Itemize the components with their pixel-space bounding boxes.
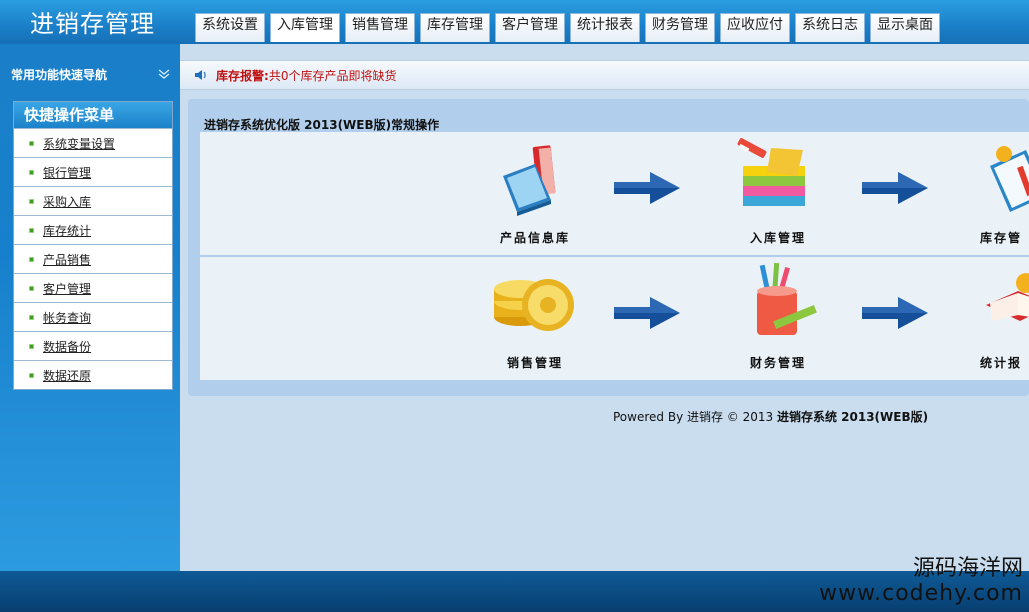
tab-show-desktop[interactable]: 显示桌面 [870,13,940,42]
menu-item-restore[interactable]: 数据还原 [14,360,172,389]
app-title: 进销存管理 [30,10,155,38]
bullet-icon [29,285,34,291]
menu-item-product-sales[interactable]: 产品销售 [14,244,172,273]
tab-reports[interactable]: 统计报表 [570,13,640,42]
operations-panel: 进销存系统优化版 2013(WEB版)常规操作 产品信息库 入库管理 库存管 销… [188,99,1029,396]
tab-system-settings[interactable]: 系统设置 [195,13,265,42]
stock-alert-bar: 库存报警: 共0个库存产品即将缺货 [180,60,1029,90]
item-label: 产品信息库 [499,231,570,245]
top-bar: 进销存管理 系统设置 入库管理 销售管理 库存管理 客户管理 统计报表 财务管理… [0,0,1029,44]
footer-brand: 进销存系统 2013(WEB版) [776,410,929,424]
bullet-icon [29,372,34,378]
menu-item-label: 库存统计 [43,223,92,238]
menu-item-label: 数据备份 [43,339,92,354]
watermark-line-1: 源码海洋网 [912,556,1023,581]
menu-item-label: 数据还原 [43,368,92,383]
books-icon [503,145,556,216]
menu-item-backup[interactable]: 数据备份 [14,331,172,360]
watermark-line-2: www.codehy.com [819,581,1023,606]
menu-item-system-variables[interactable]: 系统变量设置 [14,128,172,157]
clipboard-icon [990,146,1029,212]
operations-row-2: 销售管理 财务管理 统计报 [200,257,1029,380]
tab-finance[interactable]: 财务管理 [645,13,715,42]
tab-sales[interactable]: 销售管理 [345,13,415,42]
footer-powered-by: Powered By 进销存 © 2013 [613,410,777,424]
arrow-right-icon [862,172,928,204]
alert-label: 库存报警: [216,68,269,83]
menu-item-label: 产品销售 [43,252,92,267]
product-library-shortcut[interactable]: 产品信息库 [485,136,585,246]
tab-inbound[interactable]: 入库管理 [270,13,340,42]
menu-item-account-query[interactable]: 帐务查询 [14,302,172,331]
arrow-right-icon [862,297,928,329]
collapse-icon[interactable] [158,68,170,80]
item-label: 库存管 [980,231,1023,245]
menu-item-purchase-inbound[interactable]: 采购入库 [14,186,172,215]
menu-item-label: 银行管理 [43,165,92,180]
sidebar-header: 常用功能快速导航 [11,68,108,82]
quick-menu: 快捷操作菜单 系统变量设置 银行管理 采购入库 库存统计 产品销售 客户管理 帐… [13,101,173,390]
open-book-icon [986,273,1029,321]
quick-menu-title: 快捷操作菜单 [14,102,172,128]
paper-stack-icon [737,138,805,206]
bullet-icon [29,140,34,146]
menu-item-bank[interactable]: 银行管理 [14,157,172,186]
tab-system-log[interactable]: 系统日志 [795,13,865,42]
sales-shortcut[interactable]: 销售管理 [485,261,585,371]
menu-item-label: 采购入库 [43,194,92,209]
speaker-icon [194,68,208,82]
arrow-right-icon [614,172,680,204]
main-content: 库存报警: 共0个库存产品即将缺货 进销存系统优化版 2013(WEB版)常规操… [180,44,1029,571]
pencil-cup-icon [757,262,817,335]
reports-shortcut[interactable]: 统计报 [970,261,1029,371]
tab-customers[interactable]: 客户管理 [495,13,565,42]
finance-shortcut[interactable]: 财务管理 [728,261,828,371]
bullet-icon [29,256,34,262]
menu-item-inventory-stats[interactable]: 库存统计 [14,215,172,244]
item-label: 入库管理 [749,231,806,245]
inbound-shortcut[interactable]: 入库管理 [728,136,828,246]
bullet-icon [29,314,34,320]
item-label: 销售管理 [506,356,563,370]
bullet-icon [29,343,34,349]
menu-item-customers[interactable]: 客户管理 [14,273,172,302]
item-label: 统计报 [980,356,1023,370]
panel-title: 进销存系统优化版 2013(WEB版)常规操作 [204,118,440,132]
bullet-icon [29,227,34,233]
operations-row-1: 产品信息库 入库管理 库存管 [200,132,1029,255]
arrow-right-icon [614,297,680,329]
footer: Powered By 进销存 © 2013 进销存系统 2013(WEB版) [613,408,928,425]
item-label: 财务管理 [749,356,806,370]
alert-message[interactable]: 共0个库存产品即将缺货 [269,67,397,84]
inventory-shortcut[interactable]: 库存管 [970,136,1029,246]
coins-icon [494,279,574,331]
tab-receivables[interactable]: 应收应付 [720,13,790,42]
menu-item-label: 客户管理 [43,281,92,296]
menu-item-label: 系统变量设置 [43,136,116,151]
watermark: 源码海洋网 www.codehy.com [819,556,1023,606]
main-nav: 系统设置 入库管理 销售管理 库存管理 客户管理 统计报表 财务管理 应收应付 … [195,13,945,44]
bullet-icon [29,198,34,204]
sidebar: 常用功能快速导航 快捷操作菜单 系统变量设置 银行管理 采购入库 库存统计 产品… [0,44,180,571]
menu-item-label: 帐务查询 [43,310,92,325]
tab-inventory[interactable]: 库存管理 [420,13,490,42]
bullet-icon [29,169,34,175]
